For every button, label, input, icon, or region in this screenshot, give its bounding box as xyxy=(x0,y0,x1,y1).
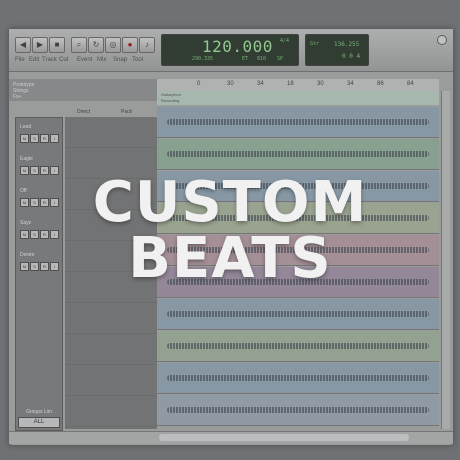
audio-region-waveform[interactable] xyxy=(167,119,429,125)
audio-region-waveform[interactable] xyxy=(167,343,429,349)
search-icon[interactable]: ⌕ xyxy=(71,37,87,53)
menu-track[interactable]: Track xyxy=(42,57,57,63)
menu-tool[interactable]: Tool xyxy=(132,57,143,63)
column-pack: Pack xyxy=(121,109,133,115)
record-button[interactable]: ● xyxy=(122,37,138,53)
sub2-readout: SP xyxy=(277,56,284,62)
channel-name: Eagle xyxy=(20,156,33,162)
side-label: Gtr xyxy=(310,41,320,47)
track-lane[interactable] xyxy=(157,363,439,394)
side-bottom-readout: 0 0 4 xyxy=(342,53,361,60)
scroll-thumb[interactable] xyxy=(159,434,409,441)
audio-region-waveform[interactable] xyxy=(167,151,429,157)
track-lane[interactable] xyxy=(157,299,439,330)
play-button[interactable]: ▶ xyxy=(32,37,48,53)
ruler-tick-label: 34 xyxy=(257,81,264,87)
val-readout: 010 xyxy=(257,56,267,62)
track-lane[interactable] xyxy=(157,395,439,426)
track-lane[interactable] xyxy=(157,107,439,138)
channel-button[interactable]: M xyxy=(20,134,29,143)
headline-line-2: BEATS xyxy=(128,226,332,291)
global-track-3[interactable]: Fx+ xyxy=(13,94,21,100)
cycle-button[interactable]: ◎ xyxy=(105,37,121,53)
track-lane[interactable] xyxy=(157,331,439,362)
channel-name: Lead xyxy=(20,124,32,130)
menu-file[interactable]: File xyxy=(15,57,25,63)
side-display: Gtr 136.255 0 0 4 xyxy=(305,34,369,66)
marker-1: Guitarphon xyxy=(161,92,181,97)
all-button[interactable]: ALL xyxy=(18,417,60,428)
menu-mix[interactable]: Mix xyxy=(97,57,106,63)
tempo-readout: 120.000 xyxy=(202,37,273,56)
global-tracks: Prototype Strings Fx+ xyxy=(9,79,157,101)
group-panel: Groups Lim ALL xyxy=(18,409,60,428)
side-top-readout: 136.255 xyxy=(334,41,360,48)
ruler-tick-label: 30 xyxy=(317,81,324,87)
stop-button[interactable]: ■ xyxy=(49,37,65,53)
channel-button[interactable]: R xyxy=(40,134,49,143)
loop-button[interactable]: ↻ xyxy=(88,37,104,53)
position-readout: 290.335 xyxy=(192,56,214,62)
audio-region-waveform[interactable] xyxy=(167,375,429,381)
toolbar: ◀ ▶ ■ ⌕ ↻ ◎ ● ♪ File Edit Track Cut Even… xyxy=(9,29,453,72)
menu-snap[interactable]: Snap xyxy=(113,57,127,63)
time-signature: 4/4 xyxy=(280,38,290,44)
transport-display: 120.000 4/4 290.335 ET 010 SP xyxy=(161,34,299,66)
close-icon[interactable] xyxy=(437,35,447,45)
ruler-tick-label: 0 xyxy=(197,81,201,87)
track-lane[interactable] xyxy=(157,139,439,170)
ruler-tick-label: 84 xyxy=(407,81,414,87)
ruler-tick-label: 34 xyxy=(347,81,354,87)
tuner-button[interactable]: ♪ xyxy=(139,37,155,53)
column-direct: Direct xyxy=(77,109,91,115)
audio-region-waveform[interactable] xyxy=(167,407,429,413)
ruler-tick-label: 30 xyxy=(227,81,234,87)
ruler-tick-label: 86 xyxy=(377,81,384,87)
group-label: Groups Lim xyxy=(26,409,52,415)
menu-event[interactable]: Event xyxy=(77,57,92,63)
marker-track[interactable]: Guitarphon Recording xyxy=(157,91,439,105)
horizontal-scrollbar[interactable] xyxy=(9,431,453,444)
channel-strip: Lead M S R I xyxy=(18,124,60,152)
sub-readout: ET xyxy=(242,56,249,62)
marker-2: Recording xyxy=(161,98,180,103)
rewind-button[interactable]: ◀ xyxy=(15,37,31,53)
channel-button[interactable]: I xyxy=(50,134,59,143)
audio-region-waveform[interactable] xyxy=(167,311,429,317)
channel-button[interactable]: S xyxy=(30,134,39,143)
menu-cut[interactable]: Cut xyxy=(59,57,68,63)
ruler-tick-label: 18 xyxy=(287,81,294,87)
menu-edit[interactable]: Edit xyxy=(29,57,39,63)
